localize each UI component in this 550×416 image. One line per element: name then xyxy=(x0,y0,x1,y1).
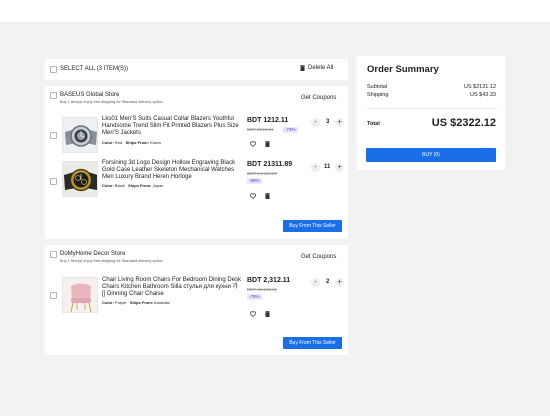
trash-icon[interactable] xyxy=(265,193,270,199)
store-checkbox[interactable] xyxy=(50,92,57,99)
select-all-label[interactable]: SELECT ALL (3 ITEM(S)) xyxy=(60,66,128,72)
store-name[interactable]: BASEUS Global Store xyxy=(60,92,119,98)
item-price: BDT 1212.11 xyxy=(247,117,289,124)
shipping-note: Buy 1 item(s) enjoy free shipping for St… xyxy=(60,259,163,263)
qty-value[interactable]: 3 xyxy=(326,119,329,125)
ships-from-label: Ships From: xyxy=(129,300,154,305)
ships-from-label: Ships From: xyxy=(125,140,149,145)
qty-increase-button[interactable]: + xyxy=(335,163,344,172)
ships-from-value: Australia xyxy=(154,300,170,305)
product-thumbnail-watch[interactable] xyxy=(62,161,98,197)
qty-increase-button[interactable]: + xyxy=(335,118,344,127)
ships-from-value: Japan xyxy=(152,183,164,188)
buy-from-seller-button[interactable]: Buy From This Seller xyxy=(283,337,342,349)
qty-increase-button[interactable]: + xyxy=(335,278,344,287)
delete-all-button[interactable]: Delete All xyxy=(300,65,333,71)
product-thumbnail-watch[interactable] xyxy=(62,117,98,153)
select-all-bar: SELECT ALL (3 ITEM(S)) Delete All xyxy=(45,59,348,80)
subtotal-label: Subtotal xyxy=(367,84,388,90)
get-coupons-link[interactable]: Get Coupons xyxy=(301,254,336,260)
chair-image xyxy=(63,278,97,312)
color-label: Color: xyxy=(102,140,114,145)
qty-value[interactable]: 11 xyxy=(324,164,330,170)
trash-icon[interactable] xyxy=(265,141,270,147)
item-checkbox[interactable] xyxy=(50,292,57,299)
original-price: BDT 2213.21 xyxy=(247,127,274,132)
watch-image xyxy=(63,118,97,152)
total-value: US $2322.12 xyxy=(431,117,496,129)
original-price: BDT 12,123.11 xyxy=(247,287,277,292)
summary-divider xyxy=(367,108,497,109)
ships-from-label: Ships From: xyxy=(128,183,152,188)
discount-badge: -73% xyxy=(283,127,298,133)
qty-decrease-button[interactable]: - xyxy=(311,163,320,172)
delete-all-label: Delete All xyxy=(308,65,334,71)
product-thumbnail-chair[interactable] xyxy=(62,277,98,313)
top-bar xyxy=(0,0,550,22)
qty-decrease-button[interactable]: - xyxy=(311,278,320,287)
heart-icon[interactable] xyxy=(250,141,256,147)
product-attributes: Color: Red Ships From: Korea xyxy=(102,140,161,145)
color-value: Black xyxy=(114,183,125,188)
trash-icon[interactable] xyxy=(265,311,270,317)
store-checkbox[interactable] xyxy=(50,251,57,258)
qty-value[interactable]: 2 xyxy=(326,279,329,285)
store-name[interactable]: DoMyHome Decor Store xyxy=(60,251,125,257)
original-price: BDT 24,589.27 xyxy=(247,171,278,176)
buy-from-seller-button[interactable]: Buy From This Seller xyxy=(283,220,342,232)
discount-badge: -78% xyxy=(247,294,262,300)
store-card-domyhome: DoMyHome Decor Store Buy 1 item(s) enjoy… xyxy=(45,245,348,355)
shipping-label: Shipping xyxy=(367,92,389,98)
shipping-value: US $43.33 xyxy=(470,92,496,98)
shipping-note: Buy 1 item(s) enjoy free shipping for St… xyxy=(60,100,163,104)
subtotal-value: US $2131.12 xyxy=(463,84,496,90)
product-attributes: Color: Black Ships From: Japan xyxy=(102,183,163,188)
order-summary-title: Order Summary xyxy=(367,64,439,75)
discount-badge: -68% xyxy=(247,178,262,184)
product-title[interactable]: Forsining 3d Logo Design Hollow Engravin… xyxy=(102,160,240,181)
total-label: Total xyxy=(367,121,380,127)
ships-from-value: Korea xyxy=(150,140,161,145)
product-title[interactable]: Chair Living Room Chairs For Bedroom Din… xyxy=(102,277,242,298)
product-attributes: Color: Purple Ships From: Australia xyxy=(102,300,170,305)
order-summary-panel: Order Summary Subtotal US $2131.12 Shipp… xyxy=(357,56,505,170)
item-checkbox[interactable] xyxy=(50,132,57,139)
buy-button[interactable]: BUY (0) xyxy=(366,148,496,162)
color-value: Purple xyxy=(114,300,127,305)
color-value: Red xyxy=(114,140,123,145)
get-coupons-link[interactable]: Get Coupons xyxy=(301,95,336,101)
watch-image xyxy=(63,162,97,196)
heart-icon[interactable] xyxy=(250,311,256,317)
color-label: Color: xyxy=(102,183,114,188)
qty-decrease-button[interactable]: - xyxy=(311,118,320,127)
product-title[interactable]: Lks01 Men'S Suits Casual Collar Blazers … xyxy=(102,116,240,137)
item-checkbox[interactable] xyxy=(50,178,57,185)
item-price: BDT 2,312.11 xyxy=(247,277,291,284)
heart-icon[interactable] xyxy=(250,193,256,199)
select-all-checkbox[interactable] xyxy=(50,66,57,73)
color-label: Color: xyxy=(102,300,114,305)
trash-icon xyxy=(300,65,305,71)
store-card-baseus: BASEUS Global Store Buy 1 item(s) enjoy … xyxy=(45,86,348,239)
item-price: BDT 21311.89 xyxy=(247,161,293,168)
